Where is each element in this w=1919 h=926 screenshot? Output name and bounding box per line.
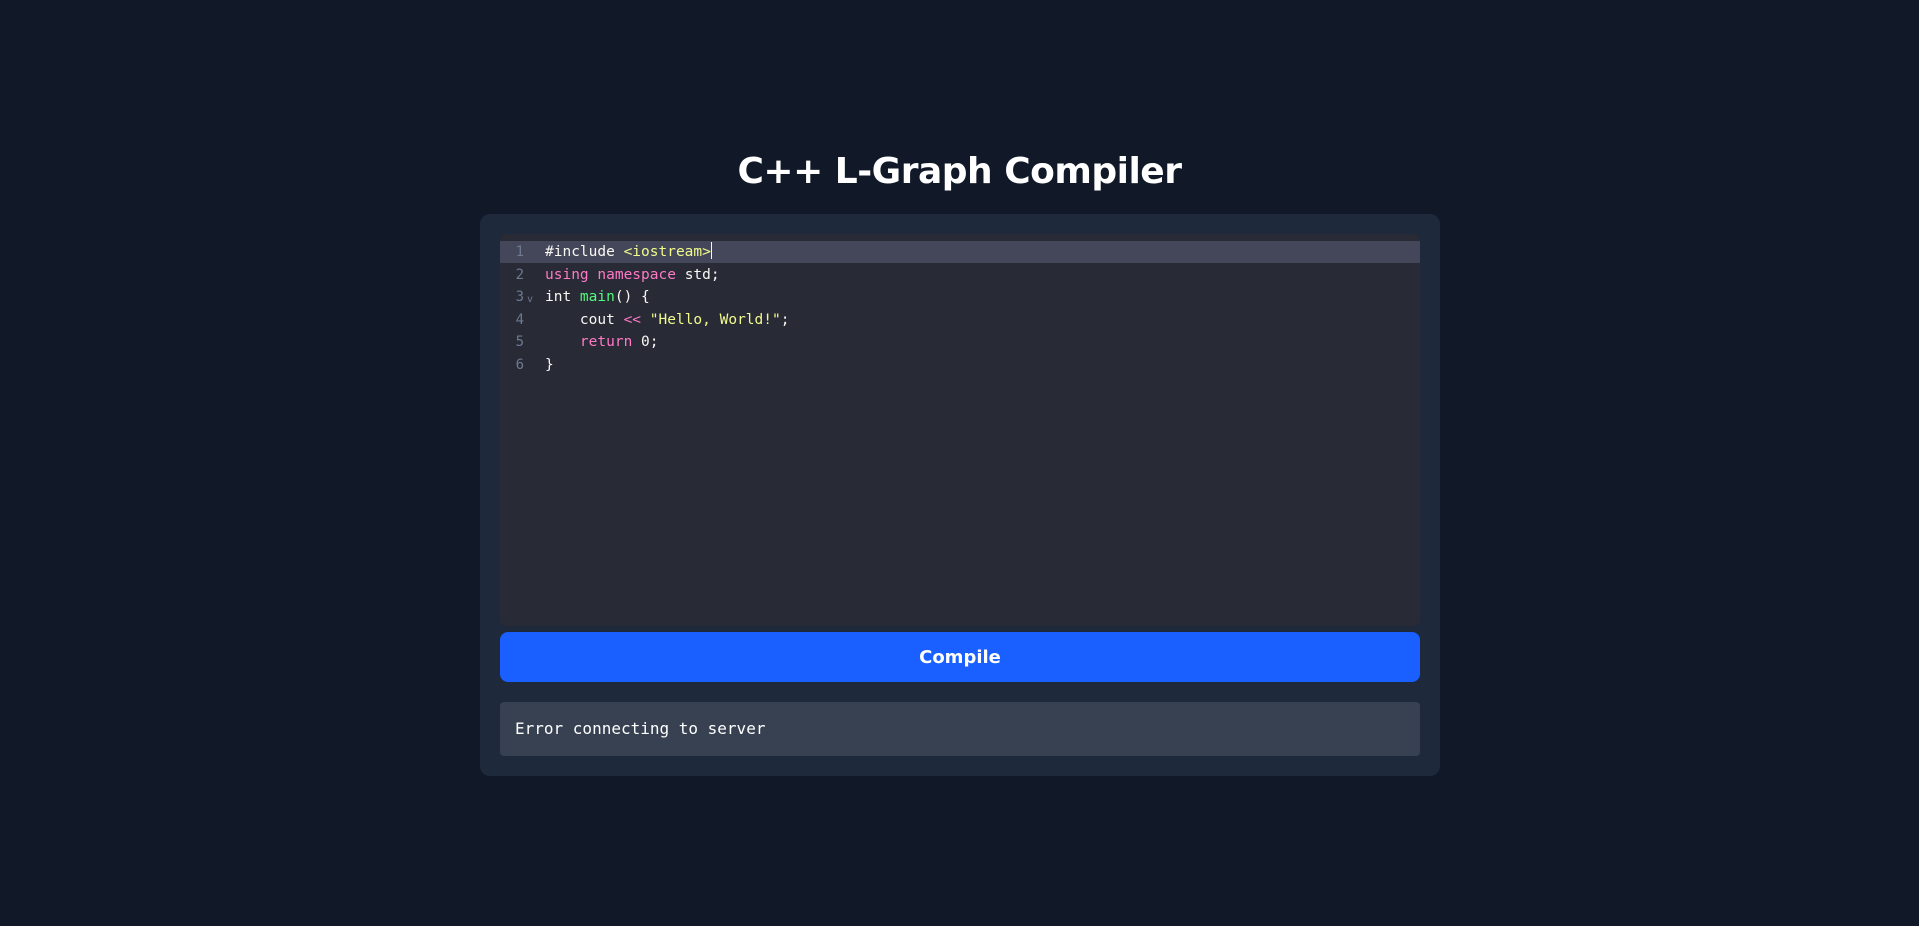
compile-button[interactable]: Compile: [500, 632, 1420, 682]
code-editor[interactable]: 1 #include <iostream> 2 using namespace std…: [500, 234, 1420, 626]
code-token-keyword: using: [545, 266, 589, 283]
code-token-function: main: [579, 289, 615, 305]
code-line[interactable]: 4 cout << "Hello, World!";: [500, 309, 1420, 331]
line-code: #include <iostream>: [545, 241, 712, 263]
code-token-plain: std;: [675, 266, 720, 283]
line-number: 3: [515, 289, 524, 305]
page-title: C++ L-Graph Compiler: [737, 151, 1182, 192]
code-line[interactable]: 6}: [500, 354, 1420, 376]
line-number: 2: [515, 266, 524, 283]
compiler-panel: 1 #include <iostream> 2 using namespace std…: [480, 214, 1440, 776]
text-cursor: [710, 242, 712, 259]
line-code: using namespace std;: [545, 264, 720, 286]
code-token-plain: #include: [545, 244, 624, 260]
line-code: cout << "Hello, World!";: [545, 309, 790, 331]
line-number: 1: [515, 244, 524, 260]
code-token-plain: }: [545, 356, 554, 373]
code-token-string: "Hello, World!": [649, 311, 781, 328]
line-code: return 0;: [545, 331, 659, 353]
code-token-keyword: namespace: [597, 266, 676, 283]
code-token-keyword: return: [579, 334, 633, 350]
line-code: int main() {: [545, 286, 650, 308]
line-number: 6: [515, 356, 524, 373]
code-token-plain: ;: [780, 311, 790, 328]
code-token-plain: () {: [614, 289, 650, 305]
code-line[interactable]: 1 #include <iostream>: [500, 241, 1420, 263]
code-token-plain: cout: [545, 311, 624, 328]
code-token-operator: <<: [623, 311, 642, 328]
line-code: }: [545, 354, 554, 376]
code-token-string: <iostream>: [623, 244, 711, 260]
code-token-plain: int: [545, 289, 580, 305]
code-token-plain: 0;: [632, 334, 659, 350]
code-line[interactable]: 3 v int main() {: [500, 286, 1420, 308]
code-line[interactable]: 2 using namespace std;: [500, 264, 1420, 286]
line-number: 4: [515, 311, 524, 328]
output-message: Error connecting to server: [515, 719, 766, 738]
code-line[interactable]: 5 return 0;: [500, 331, 1420, 353]
output-console: Error connecting to server: [500, 702, 1420, 756]
line-number: 5: [515, 334, 524, 350]
